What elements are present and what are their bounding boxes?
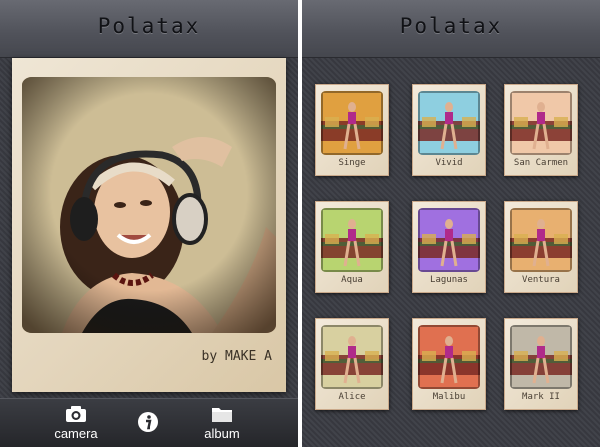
camera-button[interactable]: camera bbox=[48, 405, 104, 445]
filter-thumbnail bbox=[418, 208, 480, 272]
filter-thumbnail bbox=[510, 91, 572, 155]
main-photo[interactable] bbox=[22, 77, 276, 333]
filter-name: Lagunas bbox=[430, 275, 468, 285]
album-label: album bbox=[204, 426, 240, 441]
filter-screen: Polatax Singe Vivid San Carmen Aqua Lagunas V… bbox=[302, 0, 600, 447]
filter-thumbnail bbox=[321, 91, 383, 155]
filter-name: Singe bbox=[338, 158, 366, 168]
filter-name: San Carmen bbox=[513, 158, 569, 168]
filter-thumbnail bbox=[510, 325, 572, 389]
filter-name: Alice bbox=[338, 392, 366, 402]
info-icon bbox=[138, 412, 158, 432]
filter-thumbnail bbox=[418, 91, 480, 155]
filter-name: Mark II bbox=[522, 392, 560, 402]
filter-grid: Singe Vivid San Carmen Aqua Lagunas Ventura Al… bbox=[302, 0, 600, 447]
filter-thumbnail bbox=[510, 208, 572, 272]
filter-card[interactable]: Mark II bbox=[504, 318, 578, 410]
filter-thumbnail bbox=[321, 325, 383, 389]
info-button[interactable] bbox=[120, 411, 176, 447]
title-bar: Polatax bbox=[0, 0, 298, 58]
filter-card[interactable]: Lagunas bbox=[412, 201, 486, 293]
camera-label: camera bbox=[54, 426, 98, 441]
filter-card[interactable]: Malibu bbox=[412, 318, 486, 410]
filter-thumbnail bbox=[418, 325, 480, 389]
camera-icon bbox=[66, 406, 86, 422]
main-screen: Polatax by MAKE A camera album bbox=[0, 0, 298, 447]
app-title: Polatax bbox=[97, 14, 201, 38]
filter-thumbnail bbox=[321, 208, 383, 272]
filter-name: Ventura bbox=[522, 275, 560, 285]
filter-name: Aqua bbox=[341, 275, 363, 285]
polaroid-frame: by MAKE A bbox=[12, 58, 286, 392]
filter-card[interactable]: San Carmen bbox=[504, 84, 578, 176]
filter-card[interactable]: Alice bbox=[315, 318, 389, 410]
filter-card[interactable]: Aqua bbox=[315, 201, 389, 293]
album-button[interactable]: album bbox=[194, 405, 250, 445]
filter-name: Malibu bbox=[432, 392, 466, 402]
bottom-toolbar: camera album bbox=[0, 398, 298, 447]
folder-icon bbox=[212, 408, 232, 422]
filter-card[interactable]: Singe bbox=[315, 84, 389, 176]
filter-card[interactable]: Ventura bbox=[504, 201, 578, 293]
photo-credit: by MAKE A bbox=[201, 349, 272, 364]
filter-name: Vivid bbox=[435, 158, 463, 168]
filter-card[interactable]: Vivid bbox=[412, 84, 486, 176]
